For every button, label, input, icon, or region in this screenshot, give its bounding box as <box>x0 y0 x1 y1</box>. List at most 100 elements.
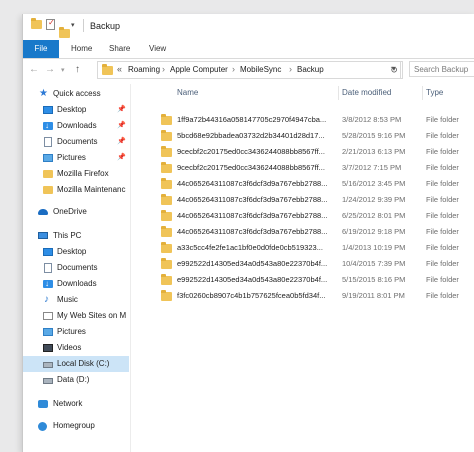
nav-quick-documents[interactable]: Documents 📌 <box>23 134 129 150</box>
file-date: 10/4/2015 7:39 PM <box>342 259 406 268</box>
breadcrumb-mobilesync[interactable]: MobileSync <box>240 65 281 74</box>
nav-pc-data-disk[interactable]: Data (D:) <box>23 372 129 388</box>
breadcrumb-backup[interactable]: Backup <box>297 65 324 74</box>
refresh-icon[interactable]: ↻ <box>386 61 403 79</box>
back-arrow-icon[interactable]: ← <box>29 64 39 75</box>
pin-icon[interactable]: 📌 <box>117 150 126 166</box>
file-row[interactable]: 5bcd68e92bbadea03732d2b34401d28d17... 5/2… <box>137 128 474 144</box>
column-header-name[interactable]: Name <box>177 84 198 102</box>
breadcrumb-chevron-icon[interactable]: › <box>289 64 292 74</box>
address-bar[interactable]: « Roaming › Apple Computer › MobileSync … <box>97 61 401 79</box>
forward-arrow-icon[interactable]: → <box>45 64 55 75</box>
nav-pc-downloads[interactable]: Downloads <box>23 276 129 292</box>
file-date: 5/16/2012 3:45 PM <box>342 179 406 188</box>
nav-pc-music[interactable]: ♪ Music <box>23 292 129 308</box>
customize-toolbar-icon[interactable]: ▾ <box>71 21 75 29</box>
nav-this-pc[interactable]: This PC <box>23 228 129 244</box>
file-row[interactable]: 9cecbf2c20175ed0cc3436244088bb8567ff... 2… <box>137 144 474 160</box>
tab-share[interactable]: Share <box>99 40 140 58</box>
breadcrumb-chevron-icon[interactable]: › <box>232 64 235 74</box>
folder-icon <box>161 274 172 285</box>
search-placeholder: Search Backup <box>414 65 469 74</box>
pin-icon[interactable]: 📌 <box>117 134 126 150</box>
column-divider[interactable] <box>338 86 339 100</box>
properties-icon[interactable] <box>46 18 55 30</box>
videos-icon <box>43 344 53 352</box>
nav-label: Homegroup <box>53 421 95 430</box>
file-row[interactable]: 44c065264311087c3f6dcf3d9a767ebb2788... 6… <box>137 208 474 224</box>
breadcrumb-apple-computer[interactable]: Apple Computer <box>170 65 228 74</box>
downloads-icon <box>43 118 53 134</box>
column-divider[interactable] <box>422 86 423 100</box>
breadcrumb-chevron-icon[interactable]: › <box>162 64 165 74</box>
homegroup-icon <box>38 422 47 431</box>
nav-quick-downloads[interactable]: Downloads 📌 <box>23 118 129 134</box>
title-separator <box>83 19 84 32</box>
tab-home[interactable]: Home <box>61 40 102 58</box>
file-row[interactable]: 1ff9a72b44316a058147705c2970f4947cba... 3… <box>137 112 474 128</box>
file-list: Name ^ Date modified Type 1ff9a72b44316a… <box>137 84 474 452</box>
folder-icon <box>43 186 53 194</box>
new-folder-icon[interactable] <box>59 27 70 38</box>
search-box[interactable]: Search Backup <box>409 61 474 77</box>
nav-homegroup[interactable]: Homegroup <box>23 418 129 434</box>
file-date: 6/19/2012 9:18 PM <box>342 227 406 236</box>
documents-icon <box>44 137 52 147</box>
address-overflow[interactable]: « <box>117 64 122 74</box>
nav-quick-access[interactable]: ★ Quick access <box>23 86 129 102</box>
recent-locations-icon[interactable]: ▾ <box>61 66 65 74</box>
nav-pc-documents[interactable]: Documents <box>23 260 129 276</box>
folder-icon <box>161 130 172 141</box>
nav-quick-pictures[interactable]: Pictures 📌 <box>23 150 129 166</box>
folder-icon <box>161 258 172 269</box>
file-row[interactable]: e992522d14305ed34a0d543a80e22370b4f... 10… <box>137 256 474 272</box>
pane-divider[interactable] <box>130 84 131 452</box>
tab-file[interactable]: File <box>23 40 59 58</box>
file-date: 1/4/2013 10:19 PM <box>342 243 406 252</box>
breadcrumb-roaming[interactable]: Roaming <box>128 65 160 74</box>
file-date: 6/25/2012 8:01 PM <box>342 211 406 220</box>
nav-quick-mozilla-maintenance[interactable]: Mozilla Maintenanc <box>23 182 129 198</box>
file-date: 9/19/2011 8:01 PM <box>342 291 405 300</box>
tab-view[interactable]: View <box>139 40 176 58</box>
file-name: 9cecbf2c20175ed0cc3436244088bb8567ff... <box>177 163 325 172</box>
file-row[interactable]: 44c065264311087c3f6dcf3d9a767ebb2788... 6… <box>137 224 474 240</box>
file-type: File folder <box>426 179 459 188</box>
nav-pc-videos[interactable]: Videos <box>23 340 129 356</box>
file-row[interactable]: 44c065264311087c3f6dcf3d9a767ebb2788... 5… <box>137 176 474 192</box>
file-row[interactable]: f3fc0260cb8907c4b1b757625fcea0b5fd34f...… <box>137 288 474 304</box>
sort-ascending-icon: ^ <box>222 84 226 88</box>
column-date-label: Date modified <box>342 88 392 97</box>
nav-quick-desktop[interactable]: Desktop 📌 <box>23 102 129 118</box>
nav-label: OneDrive <box>53 207 87 216</box>
column-header-type[interactable]: Type <box>426 84 443 102</box>
file-name: 44c065264311087c3f6dcf3d9a767ebb2788... <box>177 195 328 204</box>
file-date: 5/15/2015 8:16 PM <box>342 275 406 284</box>
nav-label: Videos <box>57 343 82 352</box>
nav-label: Downloads <box>57 121 97 130</box>
nav-network[interactable]: Network <box>23 396 129 412</box>
file-name: a33c5cc4fe2fe1ac1bf0e0d0fde0cb519323... <box>177 243 323 252</box>
local-disk-icon <box>43 362 53 368</box>
folder-icon[interactable] <box>31 18 42 29</box>
file-row[interactable]: e992522d14305ed34a0d543a80e22370b4f... 5/… <box>137 272 474 288</box>
nav-pc-pictures[interactable]: Pictures <box>23 324 129 340</box>
nav-onedrive[interactable]: OneDrive <box>23 204 129 220</box>
file-row[interactable]: 9cecbf2c20175ed0cc3436244088bb8567ff... 3… <box>137 160 474 176</box>
up-arrow-icon[interactable]: ↑ <box>75 64 80 75</box>
nav-pc-local-disk[interactable]: Local Disk (C:) <box>23 356 129 372</box>
pin-icon[interactable]: 📌 <box>117 118 126 134</box>
file-row[interactable]: a33c5cc4fe2fe1ac1bf0e0d0fde0cb519323... 1… <box>137 240 474 256</box>
pictures-icon <box>43 328 53 336</box>
column-header-date[interactable]: Date modified <box>342 84 391 102</box>
file-name: 44c065264311087c3f6dcf3d9a767ebb2788... <box>177 211 328 220</box>
ribbon-tabs: File Home Share View <box>23 40 474 59</box>
file-date: 2/21/2013 6:13 PM <box>342 147 406 156</box>
nav-pc-my-web-sites[interactable]: My Web Sites on M <box>23 308 129 324</box>
file-row[interactable]: 44c065264311087c3f6dcf3d9a767ebb2788... 1… <box>137 192 474 208</box>
nav-pc-desktop[interactable]: Desktop <box>23 244 129 260</box>
pin-icon[interactable]: 📌 <box>117 102 126 118</box>
nav-label: Data (D:) <box>57 375 90 384</box>
nav-quick-mozilla-firefox[interactable]: Mozilla Firefox <box>23 166 129 182</box>
pictures-icon <box>43 154 53 162</box>
